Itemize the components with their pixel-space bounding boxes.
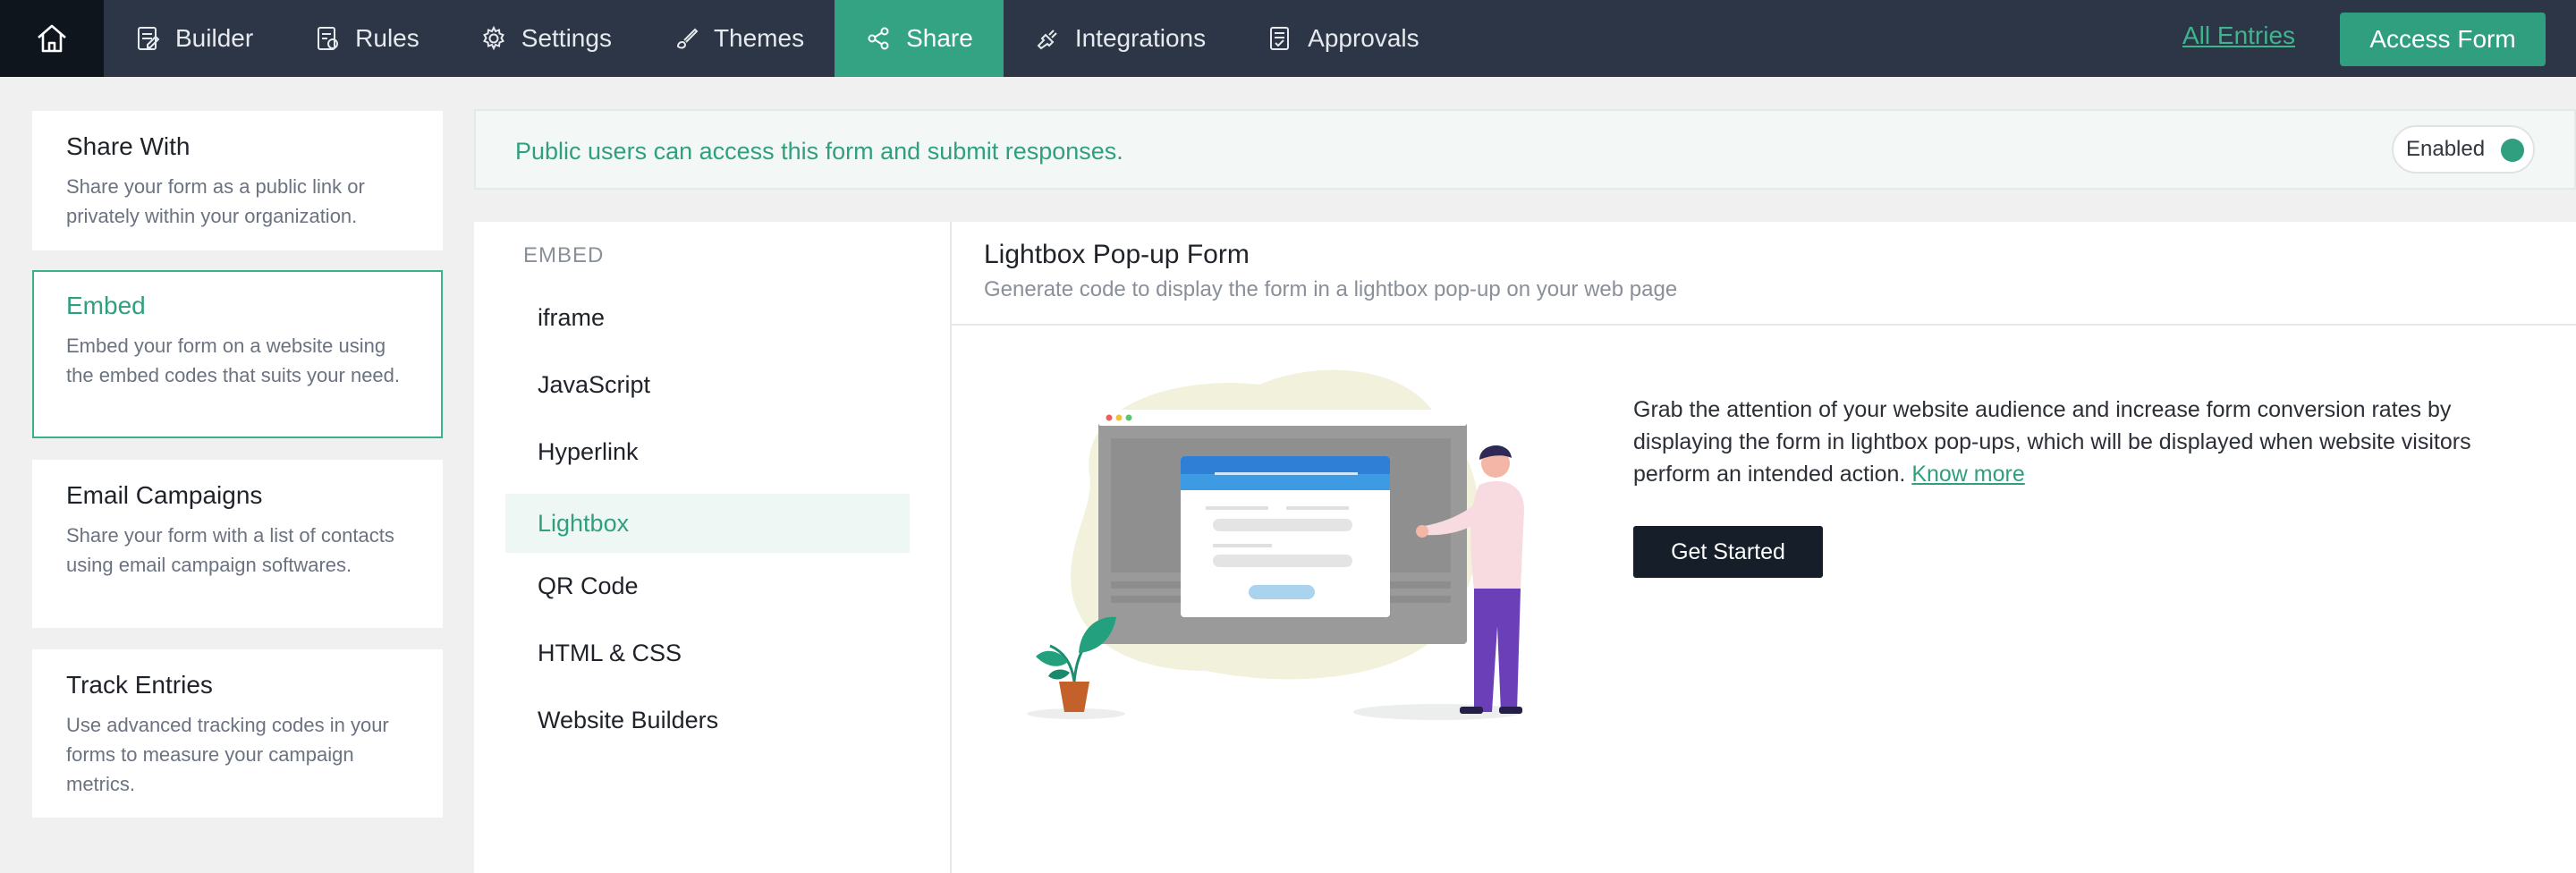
card-title: Track Entries <box>66 671 213 699</box>
person-torso <box>1470 480 1524 590</box>
card-title: Embed <box>66 292 146 319</box>
card-title: Share With <box>66 132 191 160</box>
embed-options-list: EMBED iframe JavaScript Hyperlink Lightb… <box>474 222 952 873</box>
toggle-label: Enabled <box>2406 137 2486 161</box>
card-description: Share your form as a public link or priv… <box>66 175 365 227</box>
nav-integrations-label: Integrations <box>1074 24 1207 52</box>
description-text: Grab the attention of your website audie… <box>1633 397 2471 487</box>
home-icon <box>38 24 66 53</box>
embed-option-lightbox[interactable]: Lightbox <box>505 494 910 553</box>
nav-settings[interactable]: Settings <box>450 0 642 77</box>
lightbox-illustration <box>1027 369 1524 720</box>
access-form-button[interactable]: Access Form <box>2340 13 2546 66</box>
all-entries-link[interactable]: All Entries <box>2182 21 2295 50</box>
integrations-icon <box>1037 30 1057 50</box>
nav-rules[interactable]: Rules <box>284 0 450 77</box>
lightbox-subtitle: Generate code to display the form in a l… <box>984 277 1678 301</box>
embed-option-qr-code[interactable]: QR Code <box>505 556 910 615</box>
nav-integrations[interactable]: Integrations <box>1004 0 1236 77</box>
embed-option-html-css[interactable]: HTML & CSS <box>505 623 910 682</box>
lightbox-title: Lightbox Pop-up Form <box>984 240 1250 269</box>
nav-approvals-label: Approvals <box>1308 24 1419 52</box>
email-campaigns-card[interactable]: Email Campaigns Share your form with a l… <box>32 460 443 628</box>
browser-titlebar <box>1098 410 1467 426</box>
embed-option-iframe[interactable]: iframe <box>505 288 910 347</box>
card-description: Share your form with a list of contacts … <box>66 524 394 576</box>
embed-heading: EMBED <box>523 243 605 267</box>
embed-option-website-builders[interactable]: Website Builders <box>505 691 910 750</box>
nav-themes-label: Themes <box>713 24 805 52</box>
nav-share[interactable]: Share <box>835 0 1004 77</box>
embed-option-javascript[interactable]: JavaScript <box>505 355 910 414</box>
rules-icon <box>318 27 339 50</box>
share-icon <box>868 27 889 50</box>
embed-option-hyperlink[interactable]: Hyperlink <box>505 422 910 481</box>
card-description: Use advanced tracking codes in your form… <box>66 714 389 795</box>
lightbox-description: Grab the attention of your website audie… <box>1633 394 2537 490</box>
person-shadow <box>1353 704 1523 720</box>
public-access-banner: Public users can access this form and su… <box>474 109 2576 190</box>
builder-icon <box>138 27 160 50</box>
track-entries-card[interactable]: Track Entries Use advanced tracking code… <box>32 649 443 818</box>
nav-approvals[interactable]: Approvals <box>1236 0 1450 77</box>
top-navigation-bar: Builder Rules Settings Themes Share Inte… <box>0 0 2576 77</box>
settings-icon <box>482 25 504 51</box>
lightbox-header: Lightbox Pop-up Form Generate code to di… <box>952 222 2576 326</box>
toggle-knob <box>2501 139 2524 162</box>
public-access-toggle[interactable]: Enabled <box>2392 125 2535 174</box>
card-title: Email Campaigns <box>66 481 263 509</box>
nav-themes[interactable]: Themes <box>642 0 835 77</box>
nav-rules-label: Rules <box>355 24 419 52</box>
nav-builder-label: Builder <box>175 24 254 52</box>
card-description: Embed your form on a website using the e… <box>66 335 401 386</box>
approvals-icon <box>1270 27 1290 50</box>
know-more-link[interactable]: Know more <box>1911 462 2024 487</box>
get-started-button[interactable]: Get Started <box>1633 526 1823 578</box>
nav-share-label: Share <box>906 24 973 52</box>
person-legs <box>1474 589 1521 712</box>
main-nav: Builder Rules Settings Themes Share Inte… <box>104 0 1450 77</box>
plant-pot <box>1059 682 1089 712</box>
themes-icon <box>676 28 699 49</box>
embed-card[interactable]: Embed Embed your form on a website using… <box>32 270 443 438</box>
share-with-card[interactable]: Share With Share your form as a public l… <box>32 111 443 250</box>
banner-text: Public users can access this form and su… <box>515 138 1123 165</box>
home-button[interactable] <box>0 0 104 77</box>
nav-settings-label: Settings <box>521 24 612 52</box>
nav-builder[interactable]: Builder <box>104 0 284 77</box>
